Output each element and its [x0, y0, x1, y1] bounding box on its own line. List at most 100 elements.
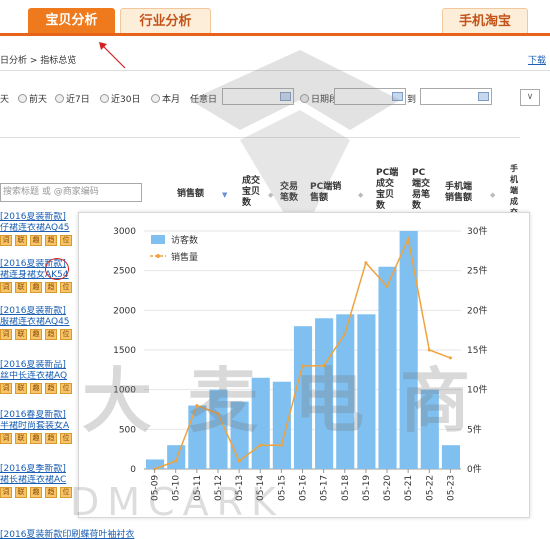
product-badge[interactable]: 位 — [60, 282, 72, 293]
product-badge[interactable]: 联 — [15, 282, 27, 293]
product-title-link[interactable]: [2016夏装新款印刷蝶荷叶袖衬衣 — [0, 527, 200, 539]
product-badge[interactable]: 趋 — [45, 282, 57, 293]
y-right-tick-label: 20件 — [467, 304, 487, 316]
x-tick-label: 05-19 — [362, 475, 372, 501]
radio-30days[interactable]: 近30日 — [100, 92, 140, 105]
product-badge[interactable]: 词 — [0, 235, 12, 246]
product-badge[interactable]: 趣 — [30, 433, 42, 444]
x-tick-label: 05-17 — [320, 475, 330, 501]
product-subtitle-link[interactable]: 仔裙连衣裙AQ45 — [0, 223, 80, 234]
product-title-link[interactable]: [2016夏装新品] — [0, 360, 80, 371]
calendar-icon[interactable] — [478, 92, 489, 101]
product-badge[interactable]: 趋 — [45, 487, 57, 498]
bar — [167, 445, 186, 469]
tab-baobei-analysis[interactable]: 宝贝分析 — [28, 8, 115, 33]
header-pc-trade[interactable]: PC端交易笔数 — [412, 168, 434, 212]
product-badge[interactable]: 位 — [60, 235, 72, 246]
product-badge[interactable]: 趣 — [30, 487, 42, 498]
radio-dot — [18, 94, 27, 103]
watermark-text: 大麦电商 — [82, 360, 506, 442]
expand-toggle[interactable]: ∨ — [520, 89, 540, 106]
radio-day-before[interactable]: 前天 — [18, 92, 47, 105]
radio-yesterday[interactable]: 天 — [0, 92, 9, 105]
product-badges: 词联趣趋位 — [0, 487, 75, 498]
legend-line-marker — [156, 254, 160, 258]
product-badge[interactable]: 词 — [0, 329, 12, 340]
search-input[interactable]: 搜索标题 或 @商家编码 — [0, 183, 142, 202]
product-title-link[interactable]: [2016春夏新款] — [0, 410, 80, 421]
x-tick-label: 05-20 — [383, 475, 393, 501]
product-badge[interactable]: 趋 — [45, 329, 57, 340]
y-left-tick-label: 0 — [130, 465, 136, 475]
legend-bar-swatch — [151, 235, 165, 244]
top-tab-bar: 宝贝分析 行业分析 手机淘宝 — [0, 0, 550, 36]
radio-dot — [55, 94, 64, 103]
y-right-tick-label: 30件 — [467, 225, 487, 237]
product-subtitle-link[interactable]: 丝中长连衣裙AQ — [0, 371, 80, 382]
product-badge[interactable]: 位 — [60, 433, 72, 444]
product-title-link[interactable]: [2016夏装新款] — [0, 306, 80, 317]
product-badge[interactable]: 趣 — [30, 282, 42, 293]
x-tick-label: 05-16 — [299, 475, 309, 501]
legend-bar-label: 访客数 — [171, 234, 198, 246]
y-left-tick-label: 2000 — [113, 306, 136, 316]
y-right-tick-label: 0件 — [467, 463, 482, 475]
product-badge[interactable]: 趣 — [30, 329, 42, 340]
product-title-link[interactable]: [2016夏装新款] — [0, 212, 80, 223]
product-badge[interactable]: 联 — [15, 487, 27, 498]
radio-7days[interactable]: 近7日 — [55, 92, 90, 105]
product-subtitle-link[interactable]: 半裙时尚套装女A — [0, 421, 80, 432]
product-badge[interactable]: 词 — [0, 433, 12, 444]
product-badges: 词联趣趋位 — [0, 235, 75, 246]
bar — [146, 459, 165, 469]
x-tick-label: 05-23 — [446, 475, 456, 501]
product-badge[interactable]: 词 — [0, 282, 12, 293]
page: 宝贝分析 行业分析 手机淘宝 日分析 > 指标总览 下载 天 前天 近7日 近3… — [0, 0, 550, 539]
product-badges: 词联趣趋位 — [0, 383, 75, 394]
watermark-subtext: DMCARK — [70, 480, 284, 524]
chevron-down-icon: ∨ — [526, 92, 534, 102]
range-end-input[interactable] — [420, 88, 492, 105]
radio-30days-label: 近30日 — [111, 95, 141, 105]
product-title-link[interactable]: [2016夏季新款] — [0, 464, 80, 475]
y-left-tick-label: 2500 — [113, 267, 136, 277]
product-badge[interactable]: 联 — [15, 433, 27, 444]
y-right-tick-label: 25件 — [467, 265, 487, 277]
product-badge[interactable]: 趋 — [45, 235, 57, 246]
tab-industry-analysis[interactable]: 行业分析 — [120, 8, 211, 33]
product-subtitle-link[interactable]: 裙长裙连衣裙AC — [0, 475, 80, 486]
header-mobile-sales[interactable]: 手机端销售额 — [445, 182, 479, 204]
product-badge[interactable]: 位 — [60, 329, 72, 340]
product-badge[interactable]: 联 — [15, 235, 27, 246]
bar — [441, 445, 460, 469]
line-point — [343, 332, 347, 336]
x-tick-label: 05-21 — [404, 475, 414, 501]
legend-line-label: 销售量 — [171, 251, 198, 263]
breadcrumb: 日分析 > 指标总览 — [0, 56, 77, 66]
x-tick-label: 05-18 — [341, 475, 351, 501]
download-link[interactable]: 下载 — [528, 53, 546, 66]
y-left-tick-label: 3000 — [113, 227, 136, 237]
product-subtitle-link[interactable]: 服裙连衣裙AQ45 — [0, 317, 80, 328]
product-badge[interactable]: 位 — [60, 383, 72, 394]
product-badge[interactable]: 趣 — [30, 383, 42, 394]
line-point — [406, 237, 410, 241]
highlight-circle — [45, 258, 69, 280]
product-badge[interactable]: 联 — [15, 329, 27, 340]
radio-7days-label: 近7日 — [66, 95, 90, 105]
radio-day-before-label: 前天 — [29, 95, 48, 105]
product-badges: 词联趣趋位 — [0, 433, 75, 444]
product-badge[interactable]: 趋 — [45, 433, 57, 444]
tab-mobile-taobao[interactable]: 手机淘宝 — [442, 8, 528, 33]
product-badge[interactable]: 趣 — [30, 235, 42, 246]
line-point — [237, 459, 241, 463]
radio-dot — [100, 94, 109, 103]
product-badge[interactable]: 联 — [15, 383, 27, 394]
product-badge[interactable]: 词 — [0, 383, 12, 394]
product-badge[interactable]: 趋 — [45, 383, 57, 394]
product-badges: 词联趣趋位 — [0, 329, 75, 340]
product-badge[interactable]: 词 — [0, 487, 12, 498]
line-point — [174, 459, 178, 463]
radio-yesterday-label: 天 — [0, 95, 10, 105]
sort-icon[interactable]: ◆ — [490, 191, 495, 199]
